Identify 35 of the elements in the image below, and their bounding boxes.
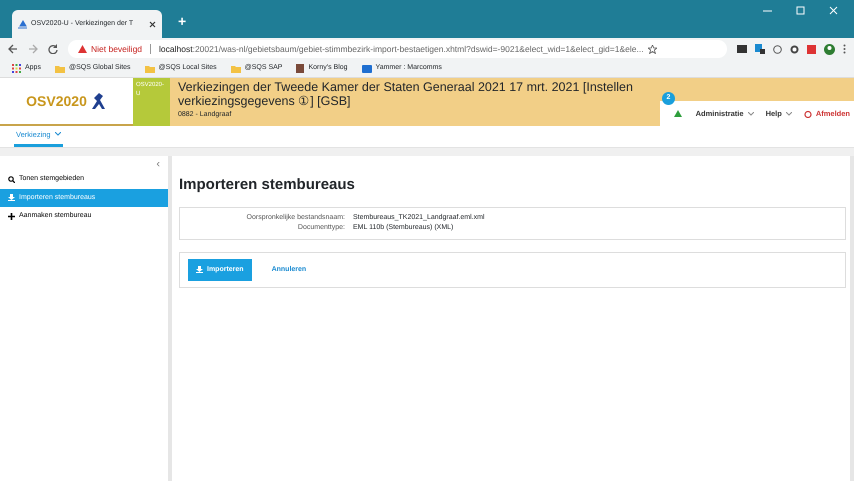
profile-avatar-icon [824,44,835,54]
forward-icon [28,44,38,54]
security-warning: Niet beveiligd [91,42,142,56]
menu-icon [843,44,846,54]
extension-icon [755,44,765,54]
caret-icon [748,112,754,116]
new-tab-button[interactable]: + [178,10,186,32]
download-icon [196,266,203,274]
warning-icon [674,110,682,118]
download-icon [8,194,15,202]
apps-icon [12,64,21,73]
close-icon [149,20,156,28]
page-title: Importeren stembureaus [179,175,356,195]
logo-figure-drawing [90,91,107,111]
tab-favicon-icon [18,20,27,28]
folder-icon [54,64,65,72]
folder-icon [144,64,155,72]
maximize-icon [796,6,805,15]
url-text: localhost:20021/was-nl/gebietsbaum/gebiet-stimmbezirk-import-bestaetigen.xhtml?dswid=-9021&elect_wid=1&elect_gid=1&ele... [159,42,644,56]
warning-icon [78,45,87,53]
address-bar[interactable]: Niet beveiligd localhost:20021/was-nl/gebietsbaum/gebiet-stimmbezirk-import-bestaetigen.xhtml?dswid=-9021&elect_wid=1&elect_gid=1&ele... [68,40,727,58]
election-title: Verkiezingen der Tweede Kamer der Staten Generaal 2021 17 mrt. 2021 [Instellen verkiezingsgegevens ①] [GSB] [178,81,634,108]
close-icon [829,6,838,15]
plus-icon [8,212,15,220]
collapse-sidebar-button[interactable]: ‹ [156,158,160,170]
folder-icon [230,64,241,72]
extension-icon [737,45,747,53]
search-icon [8,176,15,183]
star-icon [648,44,657,54]
logo-text: OSV2020 [26,92,87,110]
back-icon [8,44,18,54]
reload-icon [48,44,58,54]
caret-icon [54,132,61,136]
caret-icon [786,112,792,116]
extension-icon [790,44,799,54]
